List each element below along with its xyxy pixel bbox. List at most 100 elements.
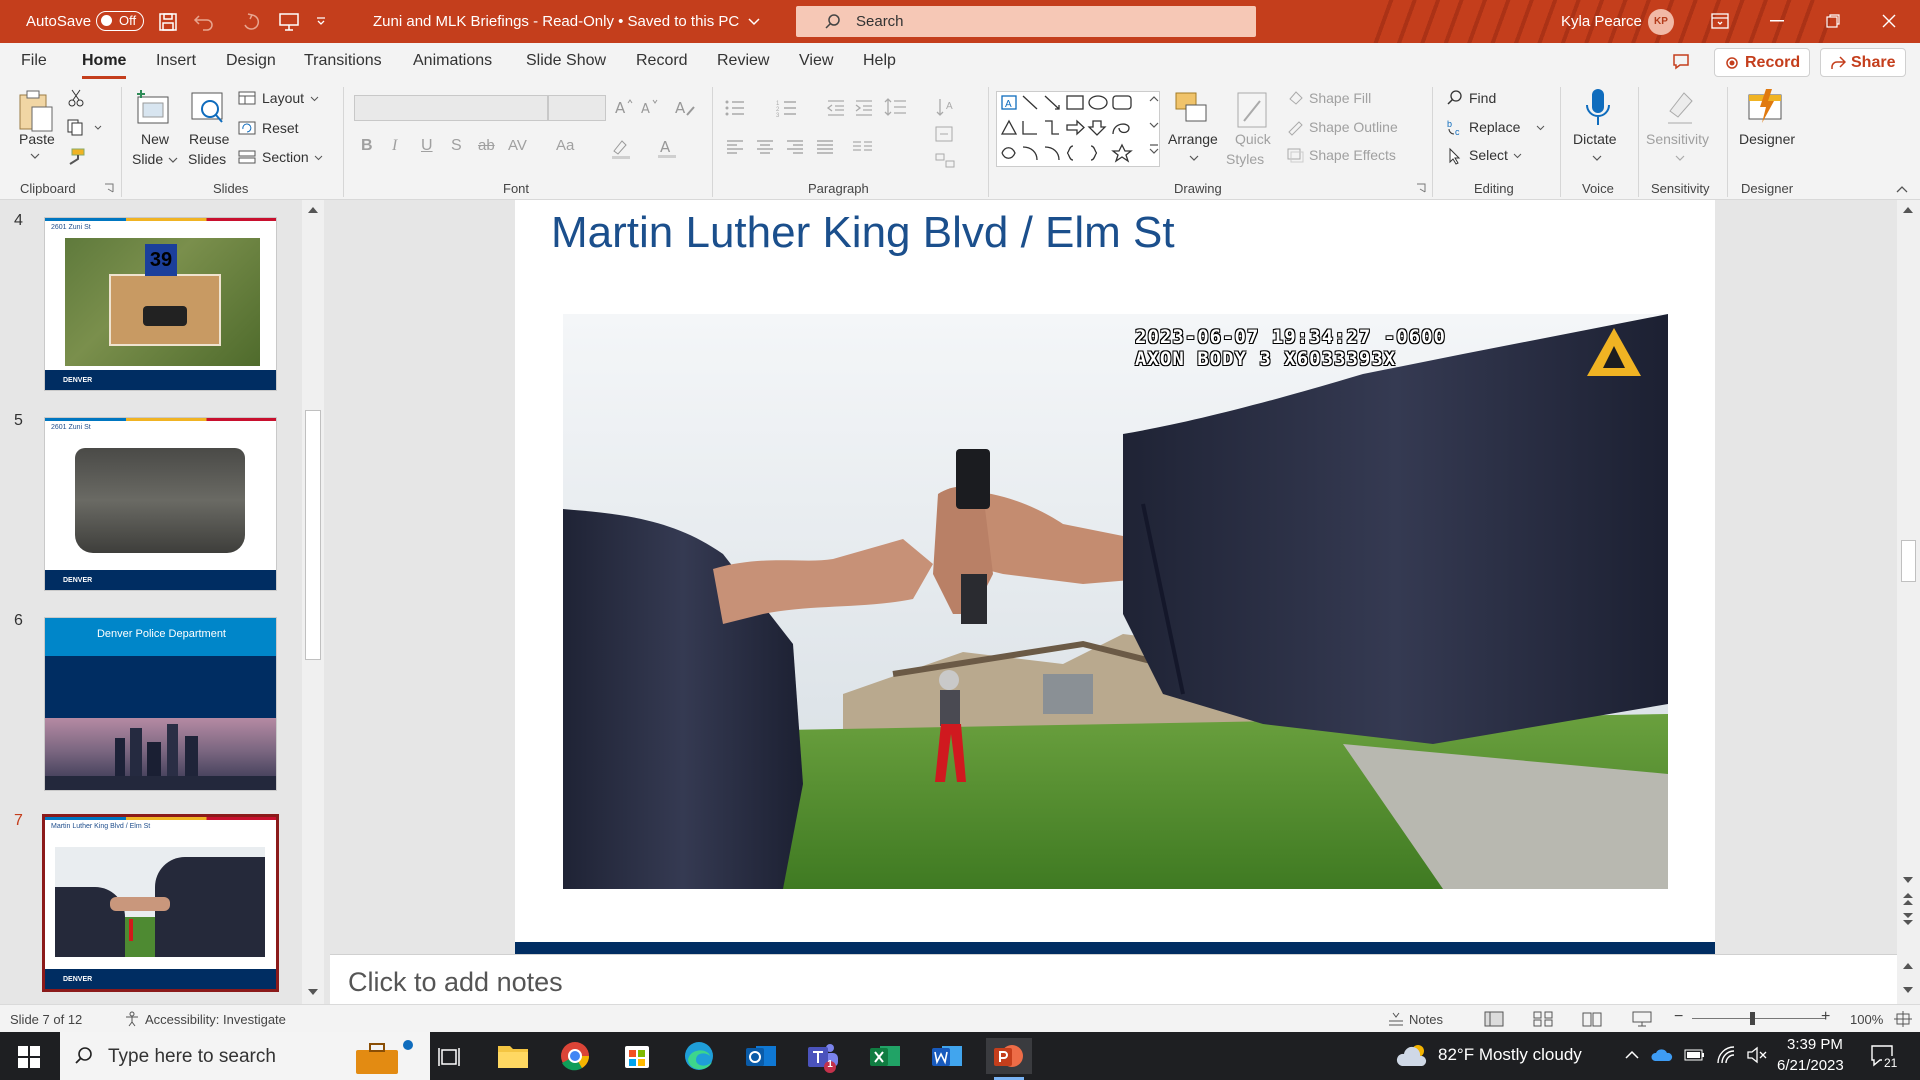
show-hidden-icons-icon[interactable] — [1625, 1050, 1639, 1059]
find-icon[interactable] — [1446, 89, 1464, 107]
chevron-down-icon[interactable] — [168, 157, 178, 163]
slide-canvas[interactable]: Martin Luther King Blvd / Elm St 2023-06… — [515, 200, 1715, 954]
clock-date[interactable]: 6/21/2023 — [1777, 1057, 1844, 1074]
dialog-launcher-icon[interactable] — [104, 183, 114, 193]
bold-icon[interactable]: B — [361, 137, 373, 155]
undo-icon[interactable] — [193, 12, 215, 32]
decrease-font-size-icon[interactable]: A — [640, 97, 660, 117]
decrease-indent-icon[interactable] — [826, 99, 846, 117]
select-label[interactable]: Select — [1469, 147, 1508, 163]
new-slide-icon[interactable] — [134, 89, 174, 127]
tab-review[interactable]: Review — [717, 52, 769, 70]
bodycam-image[interactable]: 2023-06-07 19:34:27 -0600 AXON BODY 3 X6… — [563, 314, 1668, 889]
reset-icon[interactable] — [238, 121, 256, 135]
weather-cloud-icon[interactable] — [1396, 1042, 1430, 1070]
designer-icon[interactable] — [1746, 87, 1786, 127]
designer-label[interactable]: Designer — [1739, 131, 1795, 147]
user-name[interactable]: Kyla Pearce — [1561, 13, 1642, 30]
collapse-ribbon-icon[interactable] — [1896, 185, 1908, 193]
edge-app[interactable] — [676, 1038, 722, 1074]
powerpoint-app[interactable] — [986, 1038, 1032, 1080]
arrange-label[interactable]: Arrange — [1168, 131, 1218, 147]
present-from-beginning-icon[interactable] — [278, 11, 300, 33]
quick-styles-label-2[interactable]: Styles — [1226, 151, 1264, 167]
chevron-down-icon[interactable] — [1592, 155, 1602, 161]
fit-to-window-icon[interactable] — [1894, 1011, 1912, 1027]
tab-transitions[interactable]: Transitions — [304, 52, 382, 70]
zoom-slider-thumb[interactable] — [1750, 1012, 1755, 1025]
shape-fill-icon[interactable] — [1286, 89, 1304, 107]
redo-icon[interactable] — [240, 12, 262, 32]
chevron-down-icon[interactable] — [748, 17, 760, 26]
onedrive-icon[interactable] — [1651, 1047, 1673, 1063]
quick-styles-label-1[interactable]: Quick — [1235, 131, 1271, 147]
chrome-app[interactable] — [552, 1038, 598, 1074]
numbering-icon[interactable]: 123 — [776, 99, 798, 117]
tab-insert[interactable]: Insert — [156, 52, 196, 70]
sensitivity-label[interactable]: Sensitivity — [1646, 131, 1709, 147]
search-input[interactable]: Search — [796, 6, 1256, 37]
tab-slide-show[interactable]: Slide Show — [526, 52, 606, 70]
new-slide-label-2[interactable]: Slide — [132, 151, 163, 167]
tab-home[interactable]: Home — [82, 52, 127, 79]
tab-animations[interactable]: Animations — [413, 52, 492, 70]
notes-scrollbar[interactable] — [1897, 954, 1920, 1004]
scroll-down-icon[interactable] — [307, 988, 319, 996]
slide-thumbnail-6[interactable]: Denver Police Department — [44, 617, 277, 791]
paste-icon[interactable] — [16, 89, 56, 135]
section-icon[interactable] — [238, 150, 256, 164]
zoom-level[interactable]: 100% — [1850, 1012, 1883, 1027]
align-left-icon[interactable] — [726, 139, 744, 155]
shapes-gallery[interactable]: A — [996, 91, 1160, 167]
slide-sorter-icon[interactable] — [1533, 1011, 1553, 1027]
clear-formatting-icon[interactable]: A — [674, 97, 696, 117]
tab-design[interactable]: Design — [226, 52, 276, 70]
quick-styles-icon[interactable] — [1234, 89, 1274, 133]
reset-label[interactable]: Reset — [262, 120, 299, 136]
chevron-down-icon[interactable] — [1189, 155, 1199, 161]
chevron-down-icon[interactable] — [310, 96, 319, 102]
avatar[interactable]: KP — [1648, 9, 1674, 35]
justify-icon[interactable] — [816, 139, 834, 155]
scrollbar-thumb[interactable] — [305, 410, 321, 660]
wifi-icon[interactable] — [1716, 1045, 1736, 1065]
notes-icon[interactable] — [1387, 1012, 1405, 1026]
highlighter-icon[interactable] — [610, 137, 632, 159]
scroll-up-icon[interactable] — [1902, 206, 1914, 214]
chevron-down-icon[interactable] — [30, 153, 40, 159]
scroll-down-icon[interactable] — [1902, 876, 1914, 884]
section-label[interactable]: Section — [262, 149, 309, 165]
record-button[interactable]: Record — [1714, 48, 1810, 77]
font-size-dropdown[interactable] — [548, 95, 606, 121]
chevron-down-icon[interactable] — [1536, 125, 1545, 131]
weather-status[interactable]: 82°F Mostly cloudy — [1438, 1045, 1582, 1065]
shape-effects-icon[interactable] — [1286, 147, 1304, 163]
thumbnail-scrollbar[interactable] — [302, 200, 324, 1004]
scroll-down-icon[interactable] — [1902, 986, 1914, 994]
shape-fill-label[interactable]: Shape Fill — [1309, 90, 1371, 106]
strikethrough-icon[interactable]: ab — [478, 137, 495, 154]
replace-label[interactable]: Replace — [1469, 119, 1520, 135]
next-slide-icon[interactable] — [1902, 912, 1914, 926]
zoom-out-icon[interactable]: − — [1674, 1008, 1683, 1026]
notes-button[interactable]: Notes — [1409, 1012, 1443, 1027]
slide-thumbnail-4[interactable]: 2601 Zuni St 39 DENVER — [44, 217, 277, 391]
dialog-launcher-icon[interactable] — [1416, 183, 1426, 193]
chevron-down-icon[interactable] — [1513, 153, 1522, 159]
change-case-icon[interactable]: Aa — [556, 137, 574, 154]
text-direction-icon[interactable]: A — [936, 97, 958, 117]
restore-icon[interactable] — [1826, 14, 1840, 28]
battery-icon[interactable] — [1684, 1047, 1706, 1063]
word-app[interactable] — [924, 1038, 970, 1074]
comments-icon[interactable] — [1672, 53, 1690, 70]
convert-to-smartart-icon[interactable] — [934, 151, 958, 171]
line-spacing-icon[interactable] — [884, 97, 908, 117]
taskbar-search-input[interactable]: Type here to search — [60, 1032, 430, 1080]
microsoft-store-app[interactable] — [614, 1038, 660, 1074]
scrollbar-thumb[interactable] — [1901, 540, 1916, 582]
arrange-icon[interactable] — [1172, 87, 1214, 133]
copy-icon[interactable] — [66, 118, 84, 136]
align-text-icon[interactable] — [934, 125, 958, 145]
task-view-icon[interactable] — [438, 1046, 462, 1068]
customize-qat-icon[interactable] — [315, 16, 327, 26]
